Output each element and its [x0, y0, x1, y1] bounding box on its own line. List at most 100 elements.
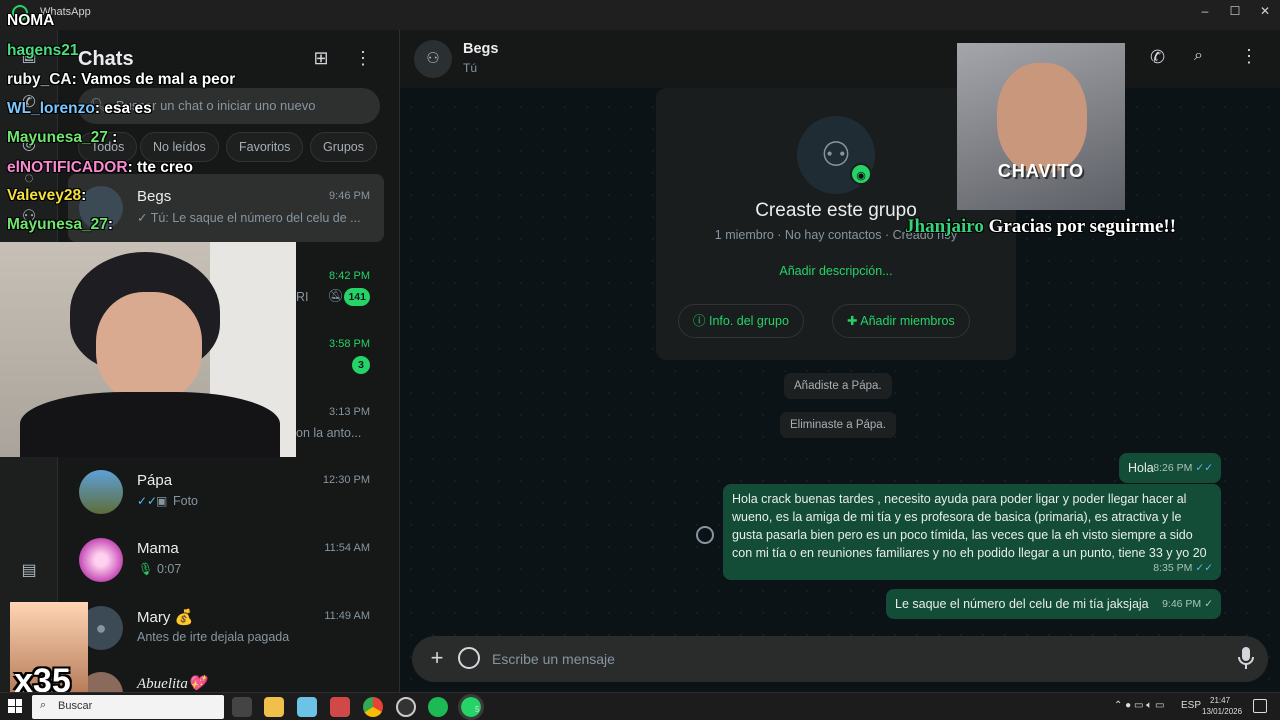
chat-row-begs[interactable]: Begs 9:46 PM ✓ Tú: Le saque el número de…	[68, 174, 384, 242]
language-indicator[interactable]: ESP	[1181, 700, 1201, 711]
chat-time: 11:54 AM	[324, 542, 370, 554]
chat-preview: 0:07	[157, 562, 182, 576]
taskbar-search[interactable]: ⌕ Buscar	[32, 695, 224, 719]
chrome-icon[interactable]	[363, 697, 383, 717]
chat-row-abuelita[interactable]: Abuelita💖	[58, 660, 400, 692]
chat-name: Abuelita💖	[137, 676, 207, 692]
whatsapp-badge: 5	[475, 705, 480, 714]
stream-chat-line: WL_lorenzo: esa es	[7, 100, 152, 118]
chat-text: :	[107, 216, 113, 233]
media-icon[interactable]: ▤	[19, 560, 39, 580]
menu-dots-icon[interactable]: ⋮	[351, 46, 375, 70]
chat-name: Pápa	[137, 472, 173, 489]
alert-caption: CHAVITO	[997, 161, 1085, 181]
chat-user: WL_lorenzo	[7, 100, 95, 117]
filter-favorites[interactable]: Favoritos	[226, 132, 304, 162]
muted-icon: 🔕︎	[327, 288, 344, 303]
mic-icon: 🎙︎	[138, 562, 154, 576]
message-meta: 8:26 PM ✓✓	[1153, 459, 1213, 477]
maximize-button[interactable]: ☐	[1218, 0, 1252, 22]
chat-user: hagens21	[7, 42, 79, 59]
chat-row-mama[interactable]: Mama 11:54 AM 🎙︎ 0:07	[58, 526, 400, 594]
stream-chat-line: hagens21	[7, 42, 79, 60]
attach-plus-icon[interactable]: +	[424, 645, 450, 671]
system-message: Eliminaste a Pápa.	[780, 412, 896, 438]
file-explorer-icon[interactable]	[264, 697, 284, 717]
message-text: Hola crack buenas tardes , necesito ayud…	[732, 492, 1207, 560]
reaction-emoji-icon[interactable]	[696, 526, 714, 544]
add-description-link[interactable]: Añadir descripción...	[656, 264, 1016, 278]
notification-icon[interactable]	[1253, 699, 1267, 713]
menu-dots-icon[interactable]: ⋮	[1240, 46, 1258, 67]
obs-icon[interactable]	[396, 697, 416, 717]
group-avatar-icon[interactable]: ⚇	[414, 40, 452, 78]
chat-user: elNOTIFICADOR	[7, 159, 128, 176]
windows-start-icon[interactable]	[8, 699, 22, 713]
task-view-icon[interactable]	[232, 697, 252, 717]
chat-text: : tte creo	[127, 159, 194, 176]
add-members-button[interactable]: ✚ Añadir miembros	[832, 304, 970, 338]
chat-row-papa[interactable]: Pápa 12:30 PM ✓✓ ▣ Foto	[58, 458, 400, 526]
spotify-icon[interactable]	[428, 697, 448, 717]
mic-icon[interactable]	[1238, 646, 1254, 670]
chat-user: ruby_CA	[7, 71, 72, 88]
conversation-subtitle: Tú	[463, 61, 478, 75]
conversation-header[interactable]: ⚇ Begs Tú ✆ ⌕ ⋮	[400, 30, 1280, 88]
chat-preview: on la anto...	[296, 426, 362, 440]
webcam-shirt	[20, 392, 280, 457]
chat-row-mary[interactable]: ● Mary 💰 11:49 AM Antes de irte dejala p…	[58, 594, 400, 662]
sent-tick-icon: ✓	[1204, 598, 1213, 610]
chat-preview: Foto	[173, 494, 199, 508]
taskbar-search-input[interactable]: Buscar	[58, 700, 92, 712]
message-composer: + Escribe un mensaje	[412, 636, 1268, 682]
search-icon: ⌕	[40, 699, 47, 711]
read-ticks-icon: ✓✓	[1195, 462, 1213, 474]
chat-preview: Antes de irte dejala pagada	[137, 630, 290, 644]
alert-user: Jhanjairo	[905, 216, 984, 237]
chat-text: :	[81, 187, 87, 204]
chat-name: Begs	[137, 188, 172, 205]
clock-time[interactable]: 21:47	[1210, 696, 1230, 705]
group-info-label: Info. del grupo	[708, 314, 789, 328]
notepad-icon[interactable]	[297, 697, 317, 717]
stream-chat-line: NOMA	[7, 12, 54, 30]
system-message: Añadiste a Pápa.	[784, 373, 892, 399]
message-time: 9:46 PM	[1162, 598, 1202, 610]
app-icon[interactable]	[330, 697, 350, 717]
close-button[interactable]: ✕	[1248, 0, 1280, 22]
windows-taskbar: ⌕ Buscar 5 ⌃ ● ▭ 🔈︎ ▭ ESP 21:47 13/01/20…	[0, 692, 1280, 720]
info-icon: ⓘ	[693, 314, 709, 328]
chat-list-title: Chats	[78, 48, 134, 70]
chat-text: : Vamos de mal a peor	[71, 71, 236, 88]
follow-alert-text: Jhanjairo Gracias por seguirme!!	[905, 216, 1176, 238]
unread-badge: 141	[344, 288, 370, 306]
clock-date[interactable]: 13/01/2026	[1202, 707, 1242, 716]
filter-groups[interactable]: Grupos	[310, 132, 377, 162]
call-icon[interactable]: ✆	[1150, 47, 1165, 68]
filter-unread[interactable]: No leídos	[140, 132, 219, 162]
message-bubble[interactable]: Le saque el número del celu de mi tía ja…	[886, 589, 1221, 619]
stream-chat-line: Mayunesa_27:	[7, 216, 113, 234]
message-bubble[interactable]: Hola crack buenas tardes , necesito ayud…	[723, 484, 1221, 580]
stream-chat-line: ruby_CA: Vamos de mal a peor	[7, 71, 235, 89]
message-text: Le saque el número del celu de mi tía ja…	[895, 597, 1149, 611]
avatar	[79, 538, 123, 582]
chat-time: 12:30 PM	[322, 474, 370, 486]
group-info-button[interactable]: ⓘ Info. del grupo	[678, 304, 804, 338]
sticker-icon[interactable]	[458, 647, 480, 669]
title-bar: WhatsApp – ☐ ✕	[0, 0, 1280, 30]
minimize-button[interactable]: –	[1188, 0, 1222, 22]
add-members-label: Añadir miembros	[860, 314, 955, 328]
message-text: Hola	[1128, 461, 1154, 475]
message-input[interactable]: Escribe un mensaje	[492, 651, 615, 667]
new-chat-icon[interactable]: ⊞	[309, 46, 333, 70]
tray-icons[interactable]: ⌃ ● ▭ 🔈︎ ▭	[1114, 700, 1164, 711]
message-bubble[interactable]: Hola 8:26 PM ✓✓	[1119, 453, 1221, 483]
stream-chat-line: elNOTIFICADOR: tte creo	[7, 159, 193, 177]
chat-time: 9:46 PM	[329, 190, 370, 202]
chat-time: 3:58 PM	[329, 338, 370, 350]
camera-icon[interactable]: ◉	[850, 163, 872, 185]
message-time: 8:26 PM	[1153, 462, 1193, 474]
message-meta: 9:46 PM ✓	[1162, 595, 1213, 613]
search-icon[interactable]: ⌕	[1194, 47, 1203, 65]
